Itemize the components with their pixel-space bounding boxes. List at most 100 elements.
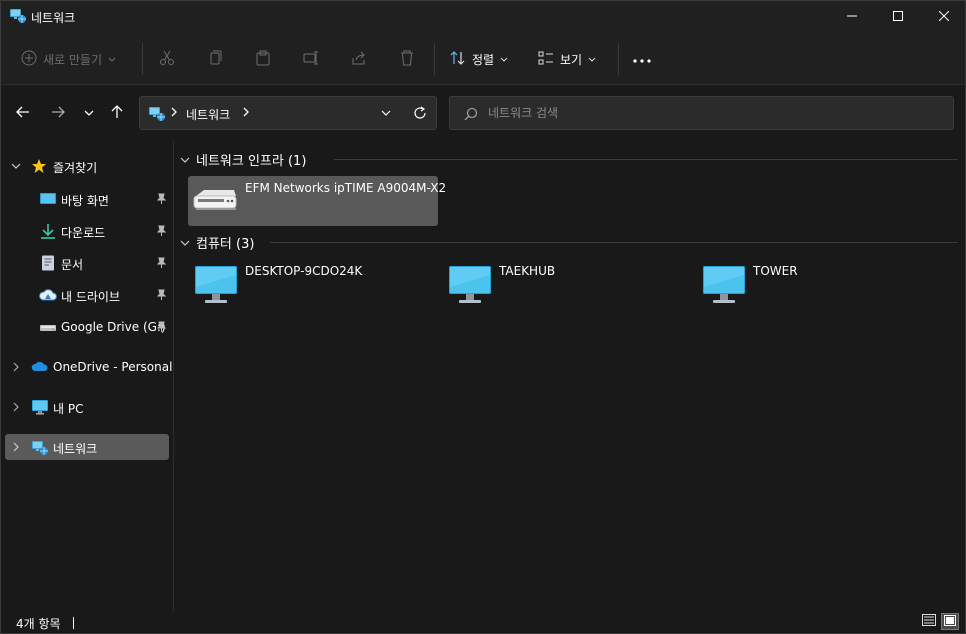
- cut-button[interactable]: [159, 45, 175, 73]
- network-icon: [31, 439, 49, 460]
- chevron-right-icon[interactable]: [11, 361, 21, 375]
- title-bar: 네트워크: [1, 1, 965, 33]
- copy-button[interactable]: [207, 45, 223, 73]
- sort-label: 정렬: [472, 52, 495, 67]
- up-icon: [111, 104, 123, 122]
- chevron-down-icon: [500, 52, 508, 66]
- close-icon: [938, 10, 950, 24]
- sidebar-item-downloads[interactable]: 다운로드: [5, 218, 169, 244]
- item-count: 4개 항목: [16, 617, 61, 631]
- google-drive-icon: [39, 319, 57, 338]
- sidebar-item-documents[interactable]: 문서: [5, 250, 169, 276]
- more-options-button[interactable]: [633, 45, 651, 73]
- sidebar-item-quick-access[interactable]: 즐겨찾기: [5, 153, 169, 179]
- pin-icon[interactable]: [155, 193, 167, 208]
- rename-button[interactable]: [303, 45, 319, 73]
- more-icon: [633, 52, 651, 66]
- file-explorer-window: 네트워크 새로 만들기 정렬 보기 네트워크 네트워크 검색 즐겨찾기 바탕 화…: [0, 0, 966, 634]
- breadcrumb-network[interactable]: 네트워크: [186, 106, 230, 123]
- sidebar-item-my-drive[interactable]: 내 드라이브: [5, 282, 169, 308]
- sidebar-item-desktop[interactable]: 바탕 화면: [5, 186, 169, 212]
- chevron-right-icon[interactable]: [11, 441, 21, 455]
- chevron-down-icon[interactable]: [180, 154, 190, 168]
- sidebar-item-this-pc[interactable]: 내 PC: [5, 394, 169, 420]
- onedrive-icon: [31, 359, 49, 376]
- forward-icon: [51, 106, 65, 121]
- computer-icon: [448, 265, 492, 308]
- network-icon: [148, 105, 166, 126]
- paste-button[interactable]: [255, 45, 271, 73]
- status-bar: 4개 항목: [1, 611, 965, 633]
- pin-icon[interactable]: [155, 289, 167, 304]
- chevron-down-icon[interactable]: [180, 237, 190, 251]
- share-button[interactable]: [351, 45, 367, 73]
- tiles-view-button[interactable]: [941, 613, 959, 630]
- recent-locations-button[interactable]: [77, 101, 101, 125]
- computer-icon: [702, 265, 746, 308]
- address-dropdown-icon[interactable]: [380, 107, 392, 122]
- command-bar: 새로 만들기 정렬 보기: [1, 33, 965, 85]
- download-icon: [39, 223, 57, 242]
- add-icon: [21, 50, 37, 69]
- forward-button[interactable]: [46, 101, 70, 125]
- sidebar-item-onedrive[interactable]: OneDrive - Personal: [5, 354, 173, 380]
- search-icon: [464, 107, 478, 124]
- refresh-icon[interactable]: [412, 105, 428, 124]
- delete-button[interactable]: [399, 45, 415, 73]
- chevron-down-icon[interactable]: [11, 160, 21, 174]
- device-tile-computer[interactable]: TOWER: [696, 259, 936, 309]
- new-button[interactable]: 새로 만들기: [21, 45, 116, 73]
- device-tile-router[interactable]: EFM Networks ipTIME A9004M-X2: [188, 176, 446, 226]
- drive-icon: [39, 287, 57, 306]
- chevron-right-icon[interactable]: [170, 106, 178, 121]
- sidebar-item-label: 내 드라이브: [61, 290, 121, 304]
- maximize-button[interactable]: [875, 1, 921, 33]
- device-tile-computer[interactable]: DESKTOP-9CDO24K: [188, 259, 428, 309]
- up-button[interactable]: [105, 101, 129, 125]
- pin-icon[interactable]: [155, 321, 167, 336]
- sidebar-item-google-drive[interactable]: Google Drive (G:): [5, 314, 169, 340]
- delete-icon: [399, 50, 415, 69]
- address-bar[interactable]: 네트워크: [139, 96, 437, 130]
- search-box[interactable]: [449, 96, 954, 130]
- star-icon: [31, 158, 47, 177]
- recent-dropdown-icon: [84, 106, 94, 120]
- share-icon: [351, 50, 367, 69]
- chevron-right-icon[interactable]: [11, 401, 21, 415]
- minimize-icon: [847, 10, 857, 24]
- device-label: DESKTOP-9CDO24K: [245, 264, 363, 278]
- chevron-right-icon[interactable]: [242, 106, 250, 121]
- group-title: 네트워크 인프라 (1): [196, 154, 307, 169]
- command-separator: [434, 43, 435, 75]
- status-separator: [73, 617, 74, 629]
- close-button[interactable]: [921, 1, 966, 33]
- document-icon: [41, 255, 55, 274]
- pin-icon[interactable]: [155, 225, 167, 240]
- pin-icon[interactable]: [155, 257, 167, 272]
- sidebar-item-label: 내 PC: [53, 402, 84, 416]
- minimize-button[interactable]: [829, 1, 875, 33]
- navigation-pane: 즐겨찾기 바탕 화면 다운로드 문서 내 드라이브 Google Drive (…: [1, 141, 173, 611]
- view-label: 보기: [560, 52, 583, 67]
- paste-icon: [255, 50, 271, 69]
- device-label: EFM Networks ipTIME A9004M-X2: [245, 181, 447, 195]
- window-title: 네트워크: [31, 11, 76, 25]
- sidebar-item-label: 문서: [61, 258, 84, 272]
- sort-button[interactable]: 정렬: [450, 45, 508, 73]
- sidebar-item-label: OneDrive - Personal: [53, 360, 173, 374]
- chevron-down-icon: [588, 52, 596, 66]
- router-icon: [192, 188, 238, 217]
- copy-icon: [207, 50, 223, 69]
- sidebar-item-label: 즐겨찾기: [53, 161, 98, 175]
- sidebar-item-network[interactable]: 네트워크: [5, 434, 169, 460]
- sidebar-item-label: 네트워크: [53, 442, 98, 456]
- device-tile-computer[interactable]: TAEKHUB: [442, 259, 682, 309]
- details-view-button[interactable]: [920, 613, 938, 630]
- network-icon: [9, 7, 27, 25]
- search-input[interactable]: [488, 105, 928, 121]
- view-button[interactable]: 보기: [538, 45, 596, 73]
- group-divider: [334, 159, 958, 160]
- maximize-icon: [893, 10, 903, 24]
- back-button[interactable]: [11, 101, 35, 125]
- sort-icon: [450, 50, 466, 69]
